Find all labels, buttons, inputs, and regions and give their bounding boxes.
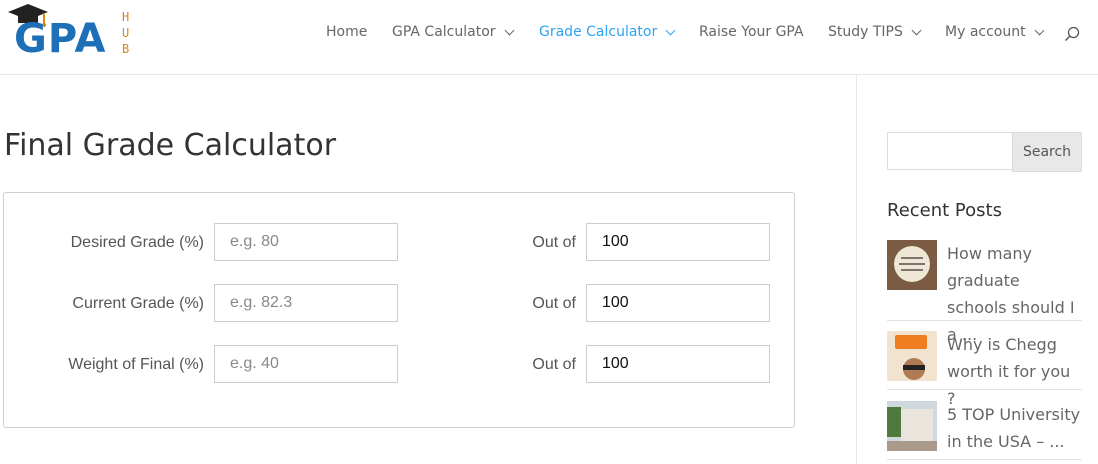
- search-icon[interactable]: [1064, 26, 1080, 42]
- current-grade-out-of-input[interactable]: 100: [586, 284, 770, 322]
- gpa-hub-logo[interactable]: GPA H U B: [6, 2, 146, 64]
- nav-raise-your-gpa-label: Raise Your GPA: [699, 24, 804, 40]
- nav-gpa-calculator-label: GPA Calculator: [392, 24, 496, 40]
- nav-raise-your-gpa[interactable]: Raise Your GPA: [699, 24, 804, 40]
- recent-post-title[interactable]: Why is Chegg worth it for you ?: [947, 331, 1082, 412]
- nav-study-tips-label: Study TIPS: [828, 24, 903, 40]
- final-grade-calculator-form: Desired Grade (%) e.g. 80 Out of 100 Cur…: [3, 192, 795, 428]
- logo-hub-text: H U B: [122, 10, 130, 56]
- page-title: Final Grade Calculator: [4, 128, 337, 163]
- current-grade-input[interactable]: e.g. 82.3: [214, 284, 398, 322]
- post-thumbnail-image[interactable]: [887, 240, 937, 290]
- nav-study-tips[interactable]: Study TIPS: [828, 24, 922, 40]
- current-grade-out-of-label: Out of: [532, 295, 576, 312]
- desired-grade-input[interactable]: e.g. 80: [214, 223, 398, 261]
- recent-post-item[interactable]: 5 TOP University in the USA – ...: [887, 401, 1082, 460]
- nav-grade-calculator[interactable]: Grade Calculator: [539, 24, 676, 40]
- recent-post-item[interactable]: How many graduate schools should I a ...: [887, 240, 1082, 344]
- nav-my-account-label: My account: [945, 24, 1026, 40]
- chevron-down-icon: [504, 25, 514, 35]
- chevron-down-icon: [1034, 25, 1045, 35]
- current-grade-label: Current Grade (%): [72, 295, 204, 312]
- post-thumbnail-image[interactable]: [887, 401, 937, 451]
- nav-my-account[interactable]: My account: [945, 24, 1045, 40]
- weight-of-final-label: Weight of Final (%): [68, 356, 204, 373]
- site-header: GPA H U B Home GPA Calculator Grade Calc…: [0, 0, 1098, 75]
- chevron-down-icon: [911, 25, 922, 35]
- desired-grade-out-of-input[interactable]: 100: [586, 223, 770, 261]
- sidebar-search-button[interactable]: Search: [1012, 132, 1082, 172]
- desired-grade-out-of-label: Out of: [532, 234, 576, 251]
- logo-text: GPA: [14, 16, 107, 62]
- nav-gpa-calculator[interactable]: GPA Calculator: [392, 24, 514, 40]
- weight-of-final-out-of-input[interactable]: 100: [586, 345, 770, 383]
- weight-of-final-out-of-label: Out of: [532, 356, 576, 373]
- recent-posts-heading: Recent Posts: [887, 200, 1002, 221]
- nav-home-label: Home: [326, 24, 368, 40]
- recent-post-item[interactable]: Why is Chegg worth it for you ?: [887, 331, 1082, 408]
- nav-home[interactable]: Home: [326, 24, 367, 40]
- nav-grade-calculator-label: Grade Calculator: [539, 24, 658, 40]
- sidebar-divider: [856, 74, 857, 464]
- chevron-down-icon: [665, 25, 676, 35]
- weight-of-final-input[interactable]: e.g. 40: [214, 345, 398, 383]
- desired-grade-label: Desired Grade (%): [70, 234, 204, 251]
- recent-post-title[interactable]: 5 TOP University in the USA – ...: [947, 401, 1082, 455]
- post-thumbnail-image[interactable]: [887, 331, 937, 381]
- sidebar-search-input[interactable]: [887, 132, 1013, 170]
